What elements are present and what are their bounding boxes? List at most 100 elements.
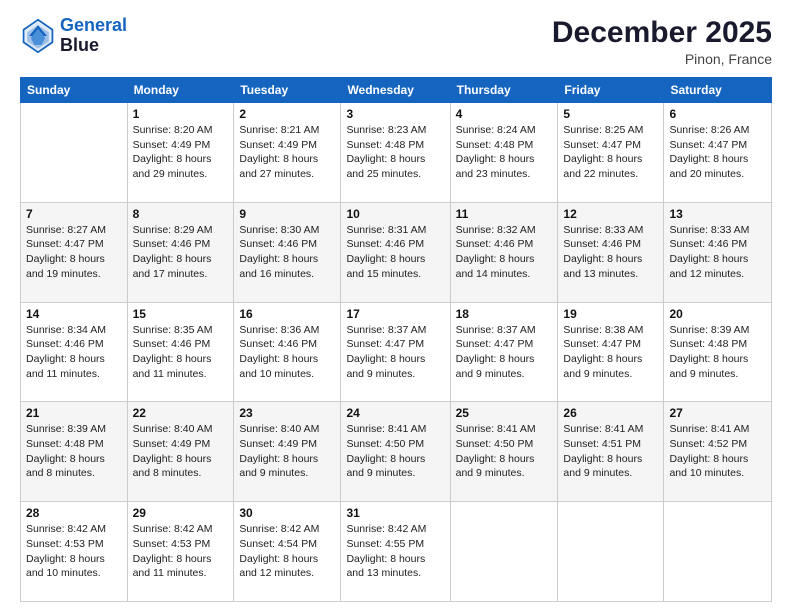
calendar-cell: 31 Sunrise: 8:42 AM Sunset: 4:55 PM Dayli… (341, 502, 450, 602)
day-number: 1 (133, 107, 229, 121)
calendar-cell: 18 Sunrise: 8:37 AM Sunset: 4:47 PM Dayli… (450, 302, 558, 402)
logo-text: General Blue (60, 16, 127, 56)
day-info: Sunrise: 8:41 AM Sunset: 4:50 PM Dayligh… (456, 422, 553, 481)
day-info: Sunrise: 8:40 AM Sunset: 4:49 PM Dayligh… (239, 422, 335, 481)
day-info: Sunrise: 8:20 AM Sunset: 4:49 PM Dayligh… (133, 123, 229, 182)
day-info: Sunrise: 8:38 AM Sunset: 4:47 PM Dayligh… (563, 323, 658, 382)
calendar-cell (450, 502, 558, 602)
calendar-cell: 22 Sunrise: 8:40 AM Sunset: 4:49 PM Dayli… (127, 402, 234, 502)
calendar-cell: 17 Sunrise: 8:37 AM Sunset: 4:47 PM Dayli… (341, 302, 450, 402)
calendar-cell: 23 Sunrise: 8:40 AM Sunset: 4:49 PM Dayli… (234, 402, 341, 502)
day-info: Sunrise: 8:39 AM Sunset: 4:48 PM Dayligh… (26, 422, 122, 481)
col-wednesday: Wednesday (341, 78, 450, 103)
calendar-week-1: 1 Sunrise: 8:20 AM Sunset: 4:49 PM Daylig… (21, 103, 772, 203)
col-monday: Monday (127, 78, 234, 103)
calendar-cell: 2 Sunrise: 8:21 AM Sunset: 4:49 PM Daylig… (234, 103, 341, 203)
title-block: December 2025 Pinon, France (552, 16, 772, 67)
day-info: Sunrise: 8:30 AM Sunset: 4:46 PM Dayligh… (239, 223, 335, 282)
day-number: 13 (669, 207, 766, 221)
page: General Blue December 2025 Pinon, France… (0, 0, 792, 612)
day-info: Sunrise: 8:37 AM Sunset: 4:47 PM Dayligh… (456, 323, 553, 382)
day-info: Sunrise: 8:33 AM Sunset: 4:46 PM Dayligh… (669, 223, 766, 282)
day-number: 7 (26, 207, 122, 221)
calendar-cell: 9 Sunrise: 8:30 AM Sunset: 4:46 PM Daylig… (234, 202, 341, 302)
day-number: 29 (133, 506, 229, 520)
day-number: 5 (563, 107, 658, 121)
day-number: 8 (133, 207, 229, 221)
calendar-cell: 15Sunrise: 8:35 AM Sunset: 4:46 PM Dayli… (127, 302, 234, 402)
col-saturday: Saturday (664, 78, 772, 103)
calendar-cell: 29 Sunrise: 8:42 AM Sunset: 4:53 PM Dayli… (127, 502, 234, 602)
day-number: 18 (456, 307, 553, 321)
day-number: 19 (563, 307, 658, 321)
day-info: Sunrise: 8:42 AM Sunset: 4:53 PM Dayligh… (133, 522, 229, 581)
calendar-cell: 25 Sunrise: 8:41 AM Sunset: 4:50 PM Dayli… (450, 402, 558, 502)
calendar-week-5: 28 Sunrise: 8:42 AM Sunset: 4:53 PM Dayli… (21, 502, 772, 602)
day-number: 2 (239, 107, 335, 121)
calendar-cell (664, 502, 772, 602)
header: General Blue December 2025 Pinon, France (20, 16, 772, 67)
day-info: Sunrise: 8:42 AM Sunset: 4:53 PM Dayligh… (26, 522, 122, 581)
calendar-cell: 20 Sunrise: 8:39 AM Sunset: 4:48 PM Dayli… (664, 302, 772, 402)
day-info: Sunrise: 8:23 AM Sunset: 4:48 PM Dayligh… (346, 123, 444, 182)
day-number: 25 (456, 406, 553, 420)
day-info: Sunrise: 8:21 AM Sunset: 4:49 PM Dayligh… (239, 123, 335, 182)
day-number: 14 (26, 307, 122, 321)
day-info: Sunrise: 8:34 AM Sunset: 4:46 PM Dayligh… (26, 323, 122, 382)
day-info: Sunrise: 8:39 AM Sunset: 4:48 PM Dayligh… (669, 323, 766, 382)
calendar-cell: 8 Sunrise: 8:29 AM Sunset: 4:46 PM Daylig… (127, 202, 234, 302)
day-number: 17 (346, 307, 444, 321)
calendar-cell: 28 Sunrise: 8:42 AM Sunset: 4:53 PM Dayli… (21, 502, 128, 602)
day-number: 16 (239, 307, 335, 321)
day-info: Sunrise: 8:40 AM Sunset: 4:49 PM Dayligh… (133, 422, 229, 481)
day-number: 22 (133, 406, 229, 420)
calendar-cell: 1 Sunrise: 8:20 AM Sunset: 4:49 PM Daylig… (127, 103, 234, 203)
calendar-week-3: 14 Sunrise: 8:34 AM Sunset: 4:46 PM Dayli… (21, 302, 772, 402)
calendar-cell (558, 502, 664, 602)
day-info: Sunrise: 8:41 AM Sunset: 4:52 PM Dayligh… (669, 422, 766, 481)
day-info: Sunrise: 8:42 AM Sunset: 4:54 PM Dayligh… (239, 522, 335, 581)
day-number: 4 (456, 107, 553, 121)
day-number: 9 (239, 207, 335, 221)
day-info: Sunrise: 8:24 AM Sunset: 4:48 PM Dayligh… (456, 123, 553, 182)
day-number: 28 (26, 506, 122, 520)
calendar-cell: 6 Sunrise: 8:26 AM Sunset: 4:47 PM Daylig… (664, 103, 772, 203)
calendar-cell: 3 Sunrise: 8:23 AM Sunset: 4:48 PM Daylig… (341, 103, 450, 203)
col-thursday: Thursday (450, 78, 558, 103)
month-year: December 2025 (552, 16, 772, 49)
day-number: 23 (239, 406, 335, 420)
day-info: Sunrise: 8:37 AM Sunset: 4:47 PM Dayligh… (346, 323, 444, 382)
day-info: Sunrise: 8:42 AM Sunset: 4:55 PM Dayligh… (346, 522, 444, 581)
calendar-cell: 27Sunrise: 8:41 AM Sunset: 4:52 PM Dayli… (664, 402, 772, 502)
calendar-cell: 5Sunrise: 8:25 AM Sunset: 4:47 PM Daylig… (558, 103, 664, 203)
day-number: 20 (669, 307, 766, 321)
calendar-cell: 30Sunrise: 8:42 AM Sunset: 4:54 PM Dayli… (234, 502, 341, 602)
day-info: Sunrise: 8:33 AM Sunset: 4:46 PM Dayligh… (563, 223, 658, 282)
col-tuesday: Tuesday (234, 78, 341, 103)
calendar-cell: 12 Sunrise: 8:33 AM Sunset: 4:46 PM Dayli… (558, 202, 664, 302)
col-sunday: Sunday (21, 78, 128, 103)
day-number: 31 (346, 506, 444, 520)
day-info: Sunrise: 8:27 AM Sunset: 4:47 PM Dayligh… (26, 223, 122, 282)
logo-icon (20, 18, 56, 54)
day-number: 12 (563, 207, 658, 221)
day-number: 26 (563, 406, 658, 420)
location: Pinon, France (552, 51, 772, 67)
day-number: 3 (346, 107, 444, 121)
day-number: 6 (669, 107, 766, 121)
calendar-cell (21, 103, 128, 203)
day-number: 10 (346, 207, 444, 221)
day-info: Sunrise: 8:29 AM Sunset: 4:46 PM Dayligh… (133, 223, 229, 282)
calendar-cell: 13 Sunrise: 8:33 AM Sunset: 4:46 PM Dayli… (664, 202, 772, 302)
calendar-cell: 26 Sunrise: 8:41 AM Sunset: 4:51 PM Dayli… (558, 402, 664, 502)
day-number: 11 (456, 207, 553, 221)
day-info: Sunrise: 8:26 AM Sunset: 4:47 PM Dayligh… (669, 123, 766, 182)
calendar-cell: 11Sunrise: 8:32 AM Sunset: 4:46 PM Dayli… (450, 202, 558, 302)
calendar-cell: 21Sunrise: 8:39 AM Sunset: 4:48 PM Dayli… (21, 402, 128, 502)
calendar-cell: 7 Sunrise: 8:27 AM Sunset: 4:47 PM Daylig… (21, 202, 128, 302)
day-info: Sunrise: 8:41 AM Sunset: 4:51 PM Dayligh… (563, 422, 658, 481)
calendar-header-row: Sunday Monday Tuesday Wednesday Thursday… (21, 78, 772, 103)
calendar-week-4: 21Sunrise: 8:39 AM Sunset: 4:48 PM Dayli… (21, 402, 772, 502)
calendar-cell: 10Sunrise: 8:31 AM Sunset: 4:46 PM Dayli… (341, 202, 450, 302)
day-info: Sunrise: 8:35 AM Sunset: 4:46 PM Dayligh… (133, 323, 229, 382)
